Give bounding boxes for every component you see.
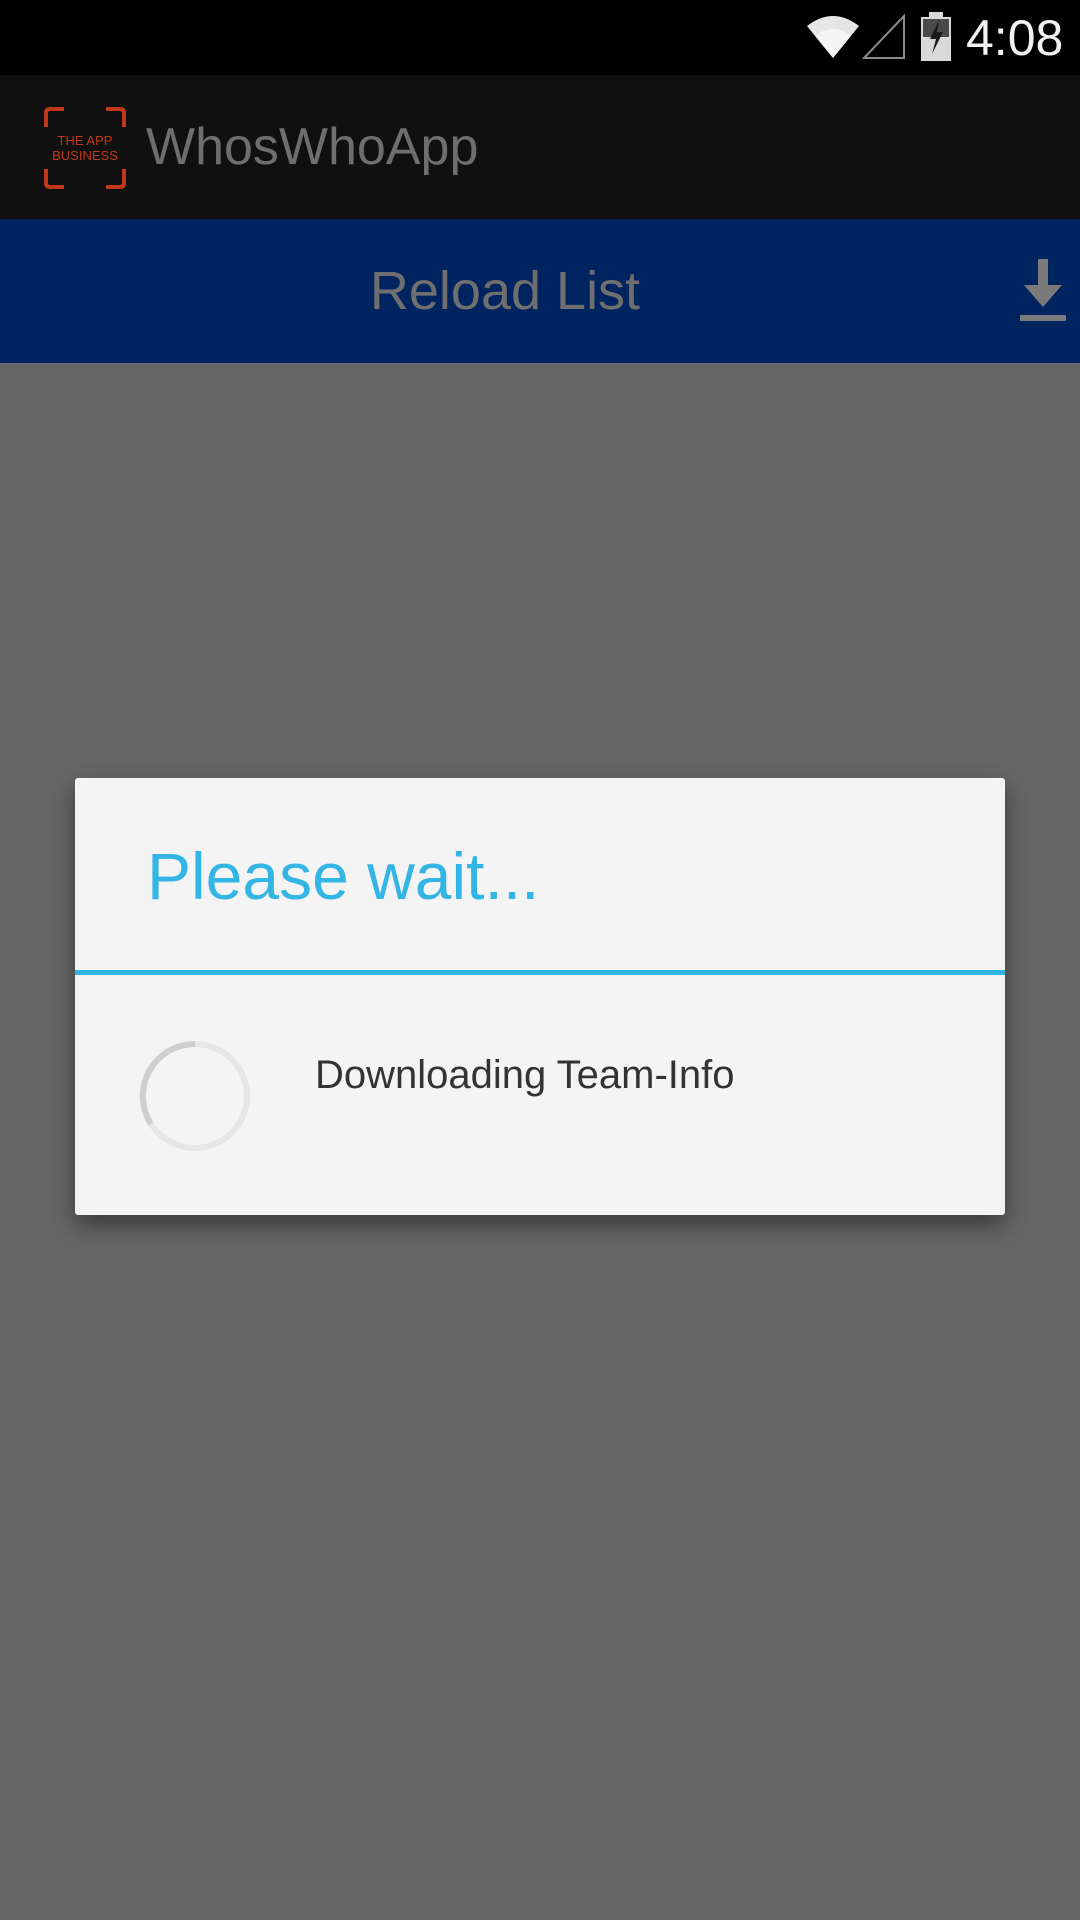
app-logo: THE APP BUSINESS [42,105,128,191]
reload-list-label: Reload List [369,261,641,321]
app-title: WhosWhoApp [146,118,479,176]
action-bar: THE APP BUSINESS WhosWhoApp [0,75,1080,219]
dialog-title: Please wait... [147,839,540,913]
status-time: 4:08 [966,10,1064,66]
dialog-divider [75,970,1005,975]
loading-spinner-icon [137,1038,253,1158]
svg-text:THE APP: THE APP [58,133,113,148]
status-bar: 4:08 [0,0,1080,75]
download-icon[interactable] [1018,257,1068,329]
wifi-icon [805,12,861,64]
reload-list-button[interactable]: Reload List [0,219,1080,363]
dialog-message: Downloading Team-Info [315,1053,735,1097]
progress-dialog: Please wait... Downloading Team-Info [75,778,1005,1215]
battery-charging-icon [919,12,953,66]
svg-text:BUSINESS: BUSINESS [52,148,118,163]
cell-signal-icon [861,12,906,64]
